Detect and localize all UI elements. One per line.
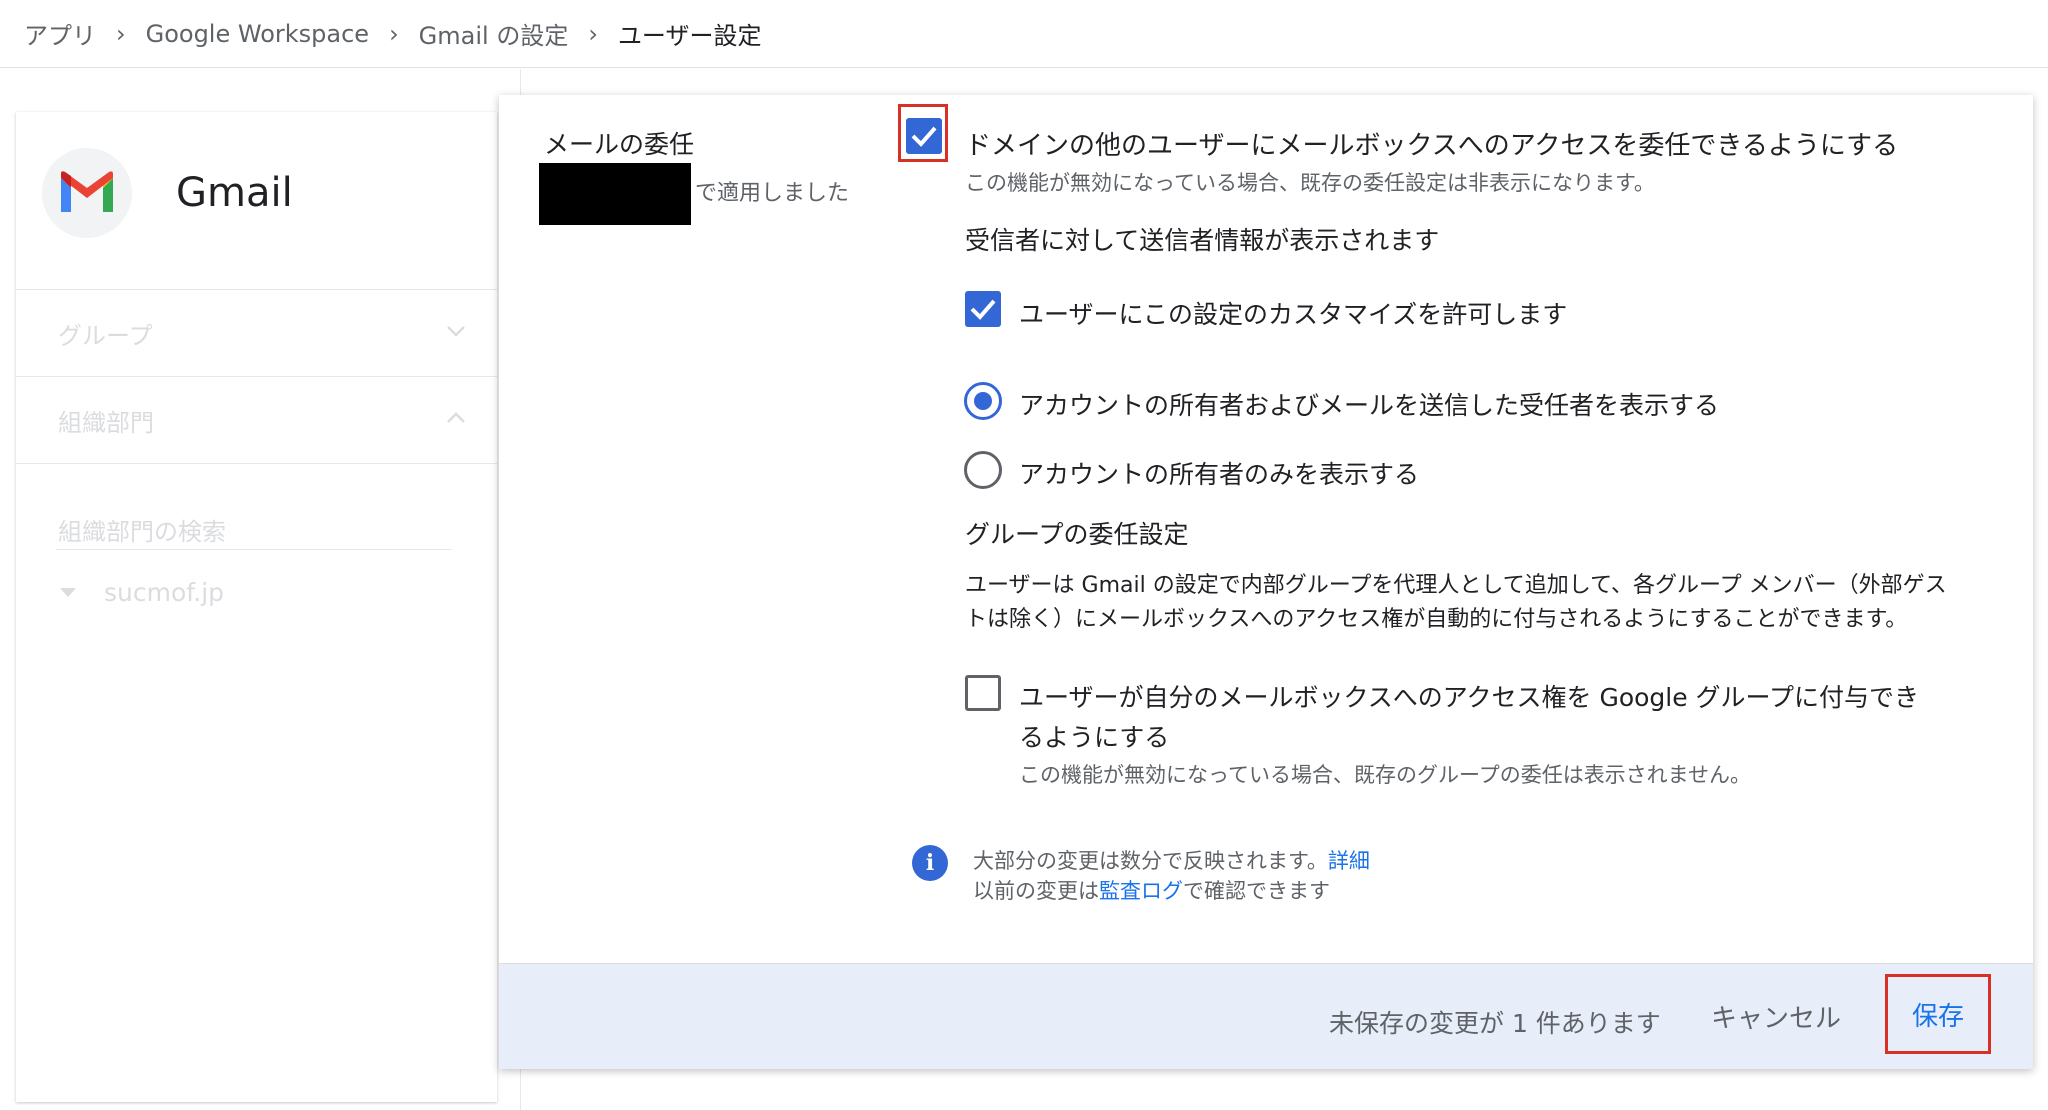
chevron-right-icon: › <box>588 19 598 48</box>
allow-customize-checkbox[interactable] <box>965 291 1001 327</box>
save-button[interactable]: 保存 <box>1885 974 1991 1054</box>
unsaved-changes-text: 未保存の変更が 1 件あります <box>1329 1009 1661 1038</box>
redacted-org-name <box>539 163 691 225</box>
gmail-logo-icon <box>42 148 132 238</box>
info-line1-text: 大部分の変更は数分で反映されます。 <box>973 849 1328 873</box>
group-grant-checkbox[interactable] <box>965 675 1001 711</box>
sidebar-panel: Gmail グループ 組織部門 組織部門の検索 sucmof.jp <box>16 112 497 1102</box>
chevron-down-icon <box>447 326 465 337</box>
sidebar-item-groups[interactable]: グループ <box>16 290 497 377</box>
radio-owner-and-delegate[interactable] <box>964 382 1002 420</box>
applied-status: で適用しました <box>695 181 850 206</box>
group-delegation-description-line1: ユーザーは Gmail の設定で内部グループを代理人として追加して、各グループ … <box>965 573 1947 598</box>
chevron-up-icon <box>447 412 465 423</box>
group-delegation-heading: グループの委任設定 <box>965 520 1189 549</box>
info-line2: 以前の変更は監査ログで確認できます <box>973 875 1330 905</box>
chevron-right-icon: › <box>116 19 126 48</box>
delegation-enable-checkbox[interactable] <box>906 118 942 154</box>
delegation-enable-label[interactable]: ドメインの他のユーザーにメールボックスへのアクセスを委任できるようにする <box>965 125 1898 162</box>
section-title: メールの委任 <box>544 130 695 159</box>
info-icon: i <box>912 845 948 881</box>
sidebar-item-org-units[interactable]: 組織部門 <box>16 377 497 464</box>
sidebar-item-label: 組織部門 <box>58 409 154 437</box>
org-unit-search-input[interactable]: 組織部門の検索 <box>56 504 452 550</box>
audit-log-link[interactable]: 監査ログ <box>1099 879 1183 903</box>
info-line2-suffix: で確認できます <box>1183 879 1330 903</box>
app-name: Gmail <box>176 170 293 216</box>
chevron-right-icon: › <box>389 19 399 48</box>
allow-customize-label[interactable]: ユーザーにこの設定のカスタマイズを許可します <box>1019 295 1567 331</box>
group-grant-label-line1[interactable]: ユーザーが自分のメールボックスへのアクセス権を Google グループに付与でき <box>1019 678 1919 714</box>
breadcrumb-current: ユーザー設定 <box>617 22 762 50</box>
info-line2-prefix: 以前の変更は <box>973 879 1099 903</box>
breadcrumb-item-workspace[interactable]: Google Workspace <box>146 20 369 48</box>
check-icon <box>911 126 937 147</box>
group-delegation-description-line2: トは除く）にメールボックスへのアクセス権が自動的に付与されるようにすることができ… <box>965 607 1908 632</box>
cancel-button[interactable]: キャンセル <box>1711 992 1841 1041</box>
breadcrumb-item-apps[interactable]: アプリ <box>24 16 96 51</box>
sender-info-heading: 受信者に対して送信者情報が表示されます <box>965 226 1440 255</box>
settings-card: メールの委任 で適用しました ドメインの他のユーザーにメールボックスへのアクセス… <box>499 95 2033 1069</box>
save-bar: 未保存の変更が 1 件あります キャンセル 保存 <box>499 963 2033 1069</box>
details-link[interactable]: 詳細 <box>1328 849 1370 873</box>
org-unit-label: sucmof.jp <box>104 578 225 607</box>
info-line1: 大部分の変更は数分で反映されます。詳細 <box>973 845 1370 875</box>
radio-owner-only-label[interactable]: アカウントの所有者のみを表示する <box>1019 455 1419 491</box>
group-grant-description: この機能が無効になっている場合、既存のグループの委任は表示されません。 <box>1019 763 1752 787</box>
caret-down-icon[interactable] <box>60 588 76 597</box>
app-header: Gmail <box>16 112 497 290</box>
radio-owner-and-delegate-label[interactable]: アカウントの所有者およびメールを送信した受任者を表示する <box>1019 386 1719 422</box>
check-icon <box>970 299 996 320</box>
group-grant-label-line2[interactable]: るようにする <box>1019 718 1169 754</box>
delegation-enable-description: この機能が無効になっている場合、既存の委任設定は非表示になります。 <box>965 171 1655 195</box>
org-tree-root[interactable]: sucmof.jp <box>60 578 224 607</box>
breadcrumb: アプリ › Google Workspace › Gmail の設定 › ユーザ… <box>0 0 2048 68</box>
radio-owner-only[interactable] <box>964 451 1002 489</box>
breadcrumb-item-gmail-settings[interactable]: Gmail の設定 <box>419 16 569 51</box>
sidebar-item-label: グループ <box>58 322 153 350</box>
